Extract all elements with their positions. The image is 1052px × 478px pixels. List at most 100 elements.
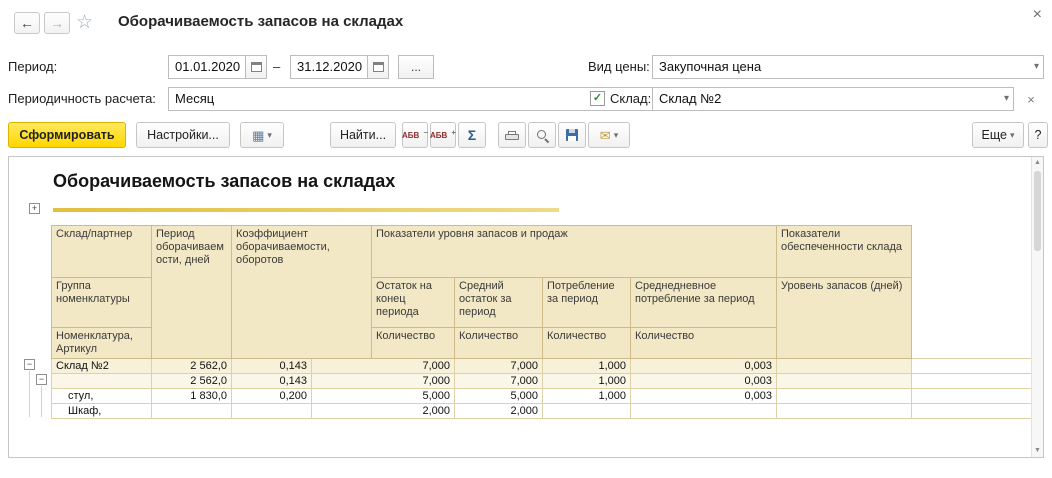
more-button[interactable]: Еще ▾ (972, 122, 1024, 148)
sigma-icon: Σ (467, 127, 477, 143)
cell-end-balance[interactable]: 7,000 (310, 358, 456, 374)
cell-avg-daily[interactable]: 0,003 (630, 373, 778, 389)
chevron-down-icon: ▾ (267, 129, 272, 140)
cell-name[interactable]: Шкаф, (51, 403, 152, 419)
cell-level[interactable] (776, 358, 913, 374)
window-title: Оборачиваемость запасов на складах (118, 13, 404, 30)
header-filler (911, 225, 1032, 359)
cell-end-balance[interactable]: 5,000 (310, 388, 456, 404)
cell-ratio[interactable] (231, 403, 312, 419)
cell-name[interactable]: стул, (51, 388, 152, 404)
table-row: стул, 1 830,0 0,200 5,000 5,000 1,000 0,… (51, 388, 1032, 404)
cell-end-balance[interactable]: 7,000 (310, 373, 456, 389)
cell-filler (911, 358, 1032, 374)
cell-avg-balance[interactable]: 7,000 (454, 358, 544, 374)
app-window: ← → ☆ Оборачиваемость запасов на складах… (0, 0, 1052, 478)
font-decrease-button[interactable]: АБВ − (402, 122, 428, 148)
back-button[interactable]: ← (14, 12, 40, 34)
font-increase-button[interactable]: АБВ + (430, 122, 456, 148)
generate-button[interactable]: Сформировать (8, 122, 126, 148)
period-from-calendar-button[interactable] (245, 55, 267, 79)
header-quantity: Количество (371, 327, 456, 359)
period-to-calendar-button[interactable] (367, 55, 389, 79)
cell-period[interactable]: 2 562,0 (151, 358, 232, 374)
find-button[interactable]: Найти... (330, 122, 396, 148)
group-collapse-button-level1[interactable]: − (24, 359, 35, 370)
scroll-up-button[interactable]: ▲ (1032, 157, 1043, 169)
cell-level[interactable] (776, 403, 913, 419)
scroll-thumb[interactable] (1034, 171, 1041, 251)
tree-line (41, 386, 42, 417)
tree-line (29, 371, 30, 417)
cell-period[interactable]: 1 830,0 (151, 388, 232, 404)
abc-letters-icon: АБВ (402, 130, 420, 140)
settings-button[interactable]: Настройки... (136, 122, 230, 148)
cell-avg-daily[interactable] (630, 403, 778, 419)
price-type-combo[interactable]: Закупочная цена ▾ (652, 55, 1044, 79)
chevron-down-icon[interactable]: ▾ (1034, 56, 1039, 78)
period-to-field[interactable]: 31.12.2020 (290, 55, 368, 79)
print-button[interactable] (498, 122, 526, 148)
cell-period[interactable]: 2 562,0 (151, 373, 232, 389)
mail-icon: ✉ (599, 127, 611, 143)
warehouse-checkbox[interactable]: ✓ (590, 91, 605, 106)
cell-level[interactable] (776, 373, 913, 389)
cell-ratio[interactable]: 0,143 (231, 373, 312, 389)
cell-avg-daily[interactable]: 0,003 (630, 358, 778, 374)
header-group: Группа номенклатуры (51, 277, 152, 328)
more-label: Еще (981, 128, 1007, 142)
forward-arrow-icon: → (50, 15, 64, 31)
warehouse-combo[interactable]: Склад №2 ▾ (652, 87, 1014, 111)
cell-level[interactable] (776, 388, 913, 404)
save-button[interactable] (558, 122, 586, 148)
forward-button[interactable]: → (44, 12, 70, 34)
warehouse-clear-button[interactable]: × (1020, 87, 1042, 111)
cell-name[interactable]: Склад №2 (51, 358, 152, 374)
minus-icon: − (423, 127, 428, 137)
floppy-icon (566, 129, 578, 141)
window-close-button[interactable]: × (1033, 6, 1042, 24)
cell-end-balance[interactable]: 2,000 (310, 403, 456, 419)
period-range-dash: – (273, 59, 281, 74)
cell-ratio[interactable]: 0,143 (231, 358, 312, 374)
scroll-down-button[interactable]: ▼ (1032, 445, 1043, 457)
favorite-star-icon[interactable]: ☆ (76, 11, 93, 34)
group-collapse-button-level2[interactable]: − (36, 374, 47, 385)
cell-consumption[interactable] (542, 403, 632, 419)
period-more-button[interactable]: ... (398, 55, 434, 79)
table-row: Шкаф, 2,000 2,000 (51, 403, 1032, 419)
cell-avg-balance[interactable]: 2,000 (454, 403, 544, 419)
header-stock-sales: Показатели уровня запасов и продаж (371, 225, 778, 278)
autosum-button[interactable]: Σ (458, 122, 486, 148)
warehouse-value: Склад №2 (659, 91, 722, 106)
magnifier-icon (535, 128, 549, 142)
period-from-field[interactable]: 01.01.2020 (168, 55, 246, 79)
cell-avg-balance[interactable]: 7,000 (454, 373, 544, 389)
cell-filler (911, 373, 1032, 389)
cell-filler (911, 403, 1032, 419)
cell-consumption[interactable]: 1,000 (542, 358, 632, 374)
cell-avg-balance[interactable]: 5,000 (454, 388, 544, 404)
vertical-scrollbar[interactable]: ▲ ▼ (1031, 157, 1043, 457)
cell-name[interactable] (51, 373, 152, 389)
header-turnover-ratio: Коэффициент оборачиваемости, оборотов (230, 225, 373, 359)
cell-consumption[interactable]: 1,000 (542, 373, 632, 389)
header-warehouse-partner: Склад/партнер (51, 225, 152, 278)
help-button[interactable]: ? (1028, 122, 1048, 148)
report-variant-button[interactable]: ▦ ▾ (240, 122, 284, 148)
header-avg-daily: Среднедневное потребление за период (630, 277, 778, 328)
cell-consumption[interactable]: 1,000 (542, 388, 632, 404)
mail-button[interactable]: ✉ ▾ (588, 122, 630, 148)
chevron-down-icon[interactable]: ▾ (1004, 88, 1009, 110)
cell-filler (911, 388, 1032, 404)
period-label: Период: (8, 59, 58, 74)
header-nomenclature: Номенклатура, Артикул (51, 327, 152, 359)
cell-avg-daily[interactable]: 0,003 (630, 388, 778, 404)
header-consumption: Потребление за период (542, 277, 632, 328)
printer-icon (505, 130, 519, 140)
cell-ratio[interactable]: 0,200 (231, 388, 312, 404)
preview-button[interactable] (528, 122, 556, 148)
cell-period[interactable] (151, 403, 232, 419)
expand-columns-button[interactable]: + (29, 203, 40, 214)
check-icon: ✓ (592, 92, 603, 104)
